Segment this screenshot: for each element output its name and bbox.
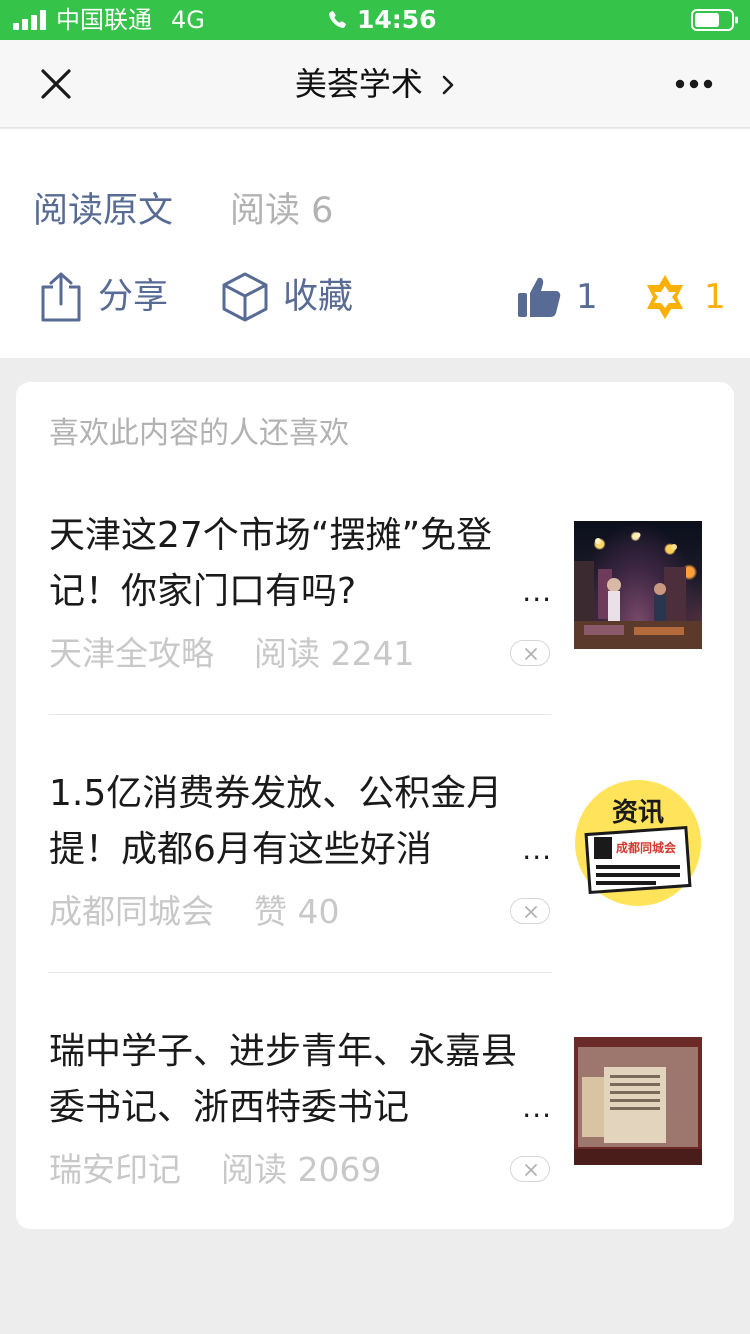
list-item[interactable]: 天津这27个市场“摆摊”免登记！你家门口有吗? ... 天津全攻略 阅读 2241 [16, 504, 734, 762]
thumb-header: 资讯 [612, 798, 664, 828]
chevron-right-icon [442, 75, 454, 95]
clock: 14:56 [357, 5, 437, 34]
share-button[interactable]: 分享 [38, 267, 168, 327]
phone-icon [329, 11, 346, 28]
nav-bar: 美荟学术 [0, 40, 750, 128]
status-bar: 中国联通 4G 14:56 [0, 0, 750, 40]
item-thumbnail[interactable] [574, 1037, 702, 1165]
dismiss-button[interactable] [510, 898, 550, 924]
dismiss-icon [525, 1164, 537, 1176]
wow-count: 1 [704, 277, 726, 317]
ellipsis: ... [522, 1091, 552, 1124]
recommendation-card: 喜欢此内容的人还喜欢 天津这27个市场“摆摊”免登记！你家门口有吗? ... 天… [16, 382, 734, 1229]
collect-label: 收藏 [283, 277, 354, 317]
museum-exhibit-image [574, 1037, 702, 1165]
like-button[interactable]: 1 [516, 267, 598, 327]
item-meta: 成都同城会 赞 40 [49, 890, 339, 934]
share-label: 分享 [98, 277, 169, 317]
ellipsis: ... [522, 575, 552, 608]
item-thumbnail[interactable]: 资讯 成都同城会 [574, 779, 702, 907]
ellipsis: ... [522, 833, 552, 866]
divider [49, 972, 551, 973]
news-badge-image: 资讯 成都同城会 [575, 780, 701, 906]
dismiss-button[interactable] [510, 640, 550, 666]
item-stat: 赞 40 [254, 892, 340, 931]
recommendation-title: 喜欢此内容的人还喜欢 [49, 416, 349, 451]
carrier-name: 中国联通 [56, 6, 152, 34]
thumbs-up-icon [518, 277, 561, 317]
dismiss-icon [525, 906, 537, 918]
item-source[interactable]: 成都同城会 [49, 892, 214, 931]
item-stat: 阅读 2241 [254, 634, 415, 673]
battery-icon [691, 9, 738, 31]
item-stat: 阅读 2069 [221, 1150, 382, 1189]
more-icon[interactable] [662, 64, 726, 104]
wow-icon [647, 275, 683, 319]
share-icon [41, 272, 81, 322]
item-title[interactable]: 天津这27个市场“摆摊”免登记！你家门口有吗? [49, 508, 549, 620]
dismiss-icon [525, 648, 537, 660]
night-market-image [574, 532, 702, 649]
close-icon[interactable] [28, 56, 84, 112]
item-title[interactable]: 1.5亿消费券发放、公积金月提！成都6月有这些好消 [49, 766, 549, 878]
network-type: 4G [171, 6, 205, 34]
read-count: 阅读 6 [230, 191, 334, 231]
account-name[interactable]: 美荟学术 [295, 65, 423, 103]
item-source[interactable]: 瑞安印记 [49, 1150, 181, 1189]
collect-button[interactable]: 收藏 [221, 267, 353, 327]
item-meta: 瑞安印记 阅读 2069 [49, 1148, 381, 1192]
wow-button[interactable]: 1 [640, 267, 726, 327]
item-source[interactable]: 天津全攻略 [49, 634, 214, 673]
item-thumbnail[interactable] [574, 521, 702, 649]
signal-icon [13, 10, 49, 30]
divider [49, 714, 551, 715]
item-title[interactable]: 瑞中学子、进步青年、永嘉县委书记、浙西特委书记 [49, 1024, 549, 1136]
article-footer: 阅读原文 阅读 6 分享 收藏 1 1 [0, 129, 750, 358]
list-item[interactable]: 瑞中学子、进步青年、永嘉县委书记、浙西特委书记 ... 瑞安印记 阅读 2069 [16, 1020, 734, 1278]
thumb-label: 成都同城会 [616, 840, 677, 855]
dismiss-button[interactable] [510, 1156, 550, 1182]
item-meta: 天津全攻略 阅读 2241 [49, 632, 414, 676]
like-count: 1 [576, 277, 598, 317]
list-item[interactable]: 1.5亿消费券发放、公积金月提！成都6月有这些好消 ... 成都同城会赞 40 … [16, 762, 734, 1020]
collect-icon [222, 272, 268, 322]
read-original-link[interactable]: 阅读原文 [33, 189, 173, 233]
account-title[interactable]: 美荟学术 [200, 62, 550, 106]
